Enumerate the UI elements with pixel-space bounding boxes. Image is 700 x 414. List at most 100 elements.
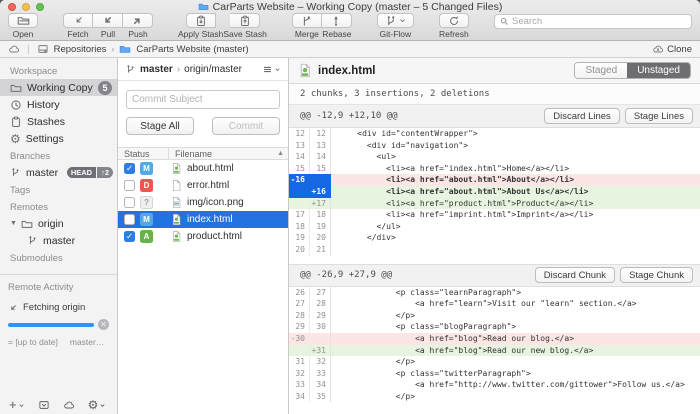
cloud-service-button[interactable] [63,399,75,411]
toolbar-button-face-open[interactable] [8,13,38,28]
toolbar-button-push[interactable]: Push [123,13,153,39]
tray-button[interactable] [38,399,50,411]
old-line-number: 34 [289,391,310,403]
file-name: product.html [187,231,242,242]
diff-line[interactable]: 1414 <ul> [289,151,700,163]
current-branch[interactable]: master [140,64,173,75]
disclosure-triangle-icon[interactable]: ▼ [10,220,17,227]
diff-line[interactable]: 1313 <div id="navigation"> [289,140,700,152]
stage-checkbox[interactable] [124,197,135,208]
diff-line[interactable]: 1920 </div> [289,232,700,244]
discard-button-chunk-1[interactable]: Discard Chunk [535,267,615,283]
sidebar-item-working-copy[interactable]: Working Copy5 [0,79,117,96]
diff-line[interactable]: 1212 <div id="contentWrapper"> [289,128,700,140]
new-line-number: 29 [310,310,331,322]
diff-line[interactable]: 3233 <p class="twitterParagraph"> [289,368,700,380]
unstaged-tab[interactable]: Unstaged [627,63,690,78]
diff-line[interactable]: 1819 </ul> [289,221,700,233]
diff-line[interactable]: 2930 <p class="blogParagraph"> [289,321,700,333]
old-line-number: 15 [289,163,310,175]
view-options-button[interactable] [262,64,281,75]
html-file-icon [298,63,312,78]
toolbar-button-face-git-flow[interactable] [377,13,414,28]
diff-line[interactable]: 1718 <li><a href="imprint.html">Imprint<… [289,209,700,221]
close-window-button[interactable] [8,3,16,11]
toolbar-button-rebase[interactable]: Rebase [322,13,352,39]
toolbar-button-apply-stash[interactable]: Apply Stash [178,13,223,39]
toolbar-button-open[interactable]: Open [8,13,38,39]
breadcrumb-repositories[interactable]: Repositories [54,44,107,55]
stage-checkbox[interactable]: ✓ [124,231,135,242]
search-field[interactable] [494,14,692,29]
sidebar-item-master[interactable]: master [0,232,117,249]
upstream-branch[interactable]: origin/master [184,64,242,75]
stage-button-chunk-0[interactable]: Stage Lines [625,108,693,124]
toolbar-button-face-rebase[interactable] [322,13,352,28]
toolbar-button-label: Fetch [67,29,88,39]
file-row-img-icon-png[interactable]: ?img/icon.png [118,194,288,211]
file-name: img/icon.png [187,197,244,208]
column-status[interactable]: Status [118,148,169,159]
diff-line[interactable]: 2728 <a href="learn">Visit our "learn" s… [289,298,700,310]
toolbar-button-refresh[interactable]: Refresh [439,13,469,39]
settings-gear-button[interactable]: ⚙ [88,399,107,411]
toolbar-button-fetch[interactable]: Fetch [63,13,93,39]
toolbar-button-merge[interactable]: Merge [292,13,322,39]
sidebar-item-origin[interactable]: ▼origin [0,215,117,232]
file-name: index.html [187,214,233,225]
file-row-about-html[interactable]: ✓Mabout.html [118,160,288,177]
staged-tab[interactable]: Staged [575,63,627,78]
minimize-window-button[interactable] [22,3,30,11]
diff-line[interactable]: 3435 </p> [289,391,700,403]
stage-checkbox[interactable] [124,214,135,225]
add-button[interactable]: + [9,399,25,411]
push-icon [132,15,143,26]
code-line: <li><a href="imprint.html">Imprint</a></… [331,209,700,221]
diff-line[interactable]: 3132 </p> [289,356,700,368]
commit-subject-input[interactable] [126,90,280,109]
sidebar-item-history[interactable]: History [0,96,117,113]
stage-checkbox[interactable] [124,180,135,191]
stage-button-chunk-1[interactable]: Stage Chunk [620,267,693,283]
toolbar-button-face-push[interactable] [123,13,153,28]
zoom-window-button[interactable] [36,3,44,11]
diff-line[interactable]: 2021 [289,244,700,256]
stage-all-button[interactable]: Stage All [126,117,194,135]
diff-line[interactable]: 2829 </p> [289,310,700,322]
diff-line[interactable]: +17 <li><a href="product.html">Product</… [289,198,700,210]
window-header: CarParts Website – Working Copy (master … [0,0,700,41]
sidebar-item-settings[interactable]: ⚙Settings [0,130,117,147]
file-row-index-html[interactable]: Mindex.html [118,211,288,228]
toolbar-button-pull[interactable]: Pull [93,13,123,39]
window-title-text: CarParts Website – Working Copy (master … [213,0,503,14]
diff-line[interactable]: -30 <a href="blog">Read our blog.</a> [289,333,700,345]
discard-button-chunk-0[interactable]: Discard Lines [544,108,620,124]
toolbar-button-face-fetch[interactable] [63,13,93,28]
diff-line[interactable]: 2627 <p class="learnParagraph"> [289,287,700,299]
diff-line[interactable]: +16 <li><a href="about.html">About Us</a… [289,186,700,198]
sidebar-item-master[interactable]: masterHEAD↑2 [0,164,117,181]
search-input[interactable] [512,16,686,27]
diff-line[interactable]: 3334 <a href="http://www.twitter.com/git… [289,379,700,391]
doc-plain-icon [171,179,182,192]
toolbar-button-face-refresh[interactable] [439,13,469,28]
file-row-error-html[interactable]: Derror.html [118,177,288,194]
cloud-icon[interactable] [8,43,20,55]
clone-button[interactable]: Clone [652,43,692,55]
breadcrumb-repo[interactable]: CarParts Website (master) [136,44,248,55]
cancel-fetch-button[interactable]: ✕ [98,319,109,330]
toolbar-button-face-save-stash[interactable] [230,13,260,28]
column-filename[interactable]: Filename ▲ [169,149,288,159]
toolbar-button-git-flow[interactable]: Git-Flow [377,13,414,39]
file-row-product-html[interactable]: ✓Aproduct.html [118,228,288,245]
diff-line[interactable]: 1515 <li><a href="index.html">Home</a></… [289,163,700,175]
toolbar-button-face-apply-stash[interactable] [186,13,216,28]
toolbar-button-save-stash[interactable]: Save Stash [223,13,266,39]
toolbar-button-face-merge[interactable] [292,13,322,28]
commit-button[interactable]: Commit [212,117,280,135]
diff-line[interactable]: -16 <li><a href="about.html">About</a></… [289,174,700,186]
sidebar-item-stashes[interactable]: Stashes [0,113,117,130]
toolbar-button-face-pull[interactable] [93,13,123,28]
stage-checkbox[interactable]: ✓ [124,163,135,174]
diff-line[interactable]: +31 <a href="blog">Read our new blog.</a… [289,345,700,357]
